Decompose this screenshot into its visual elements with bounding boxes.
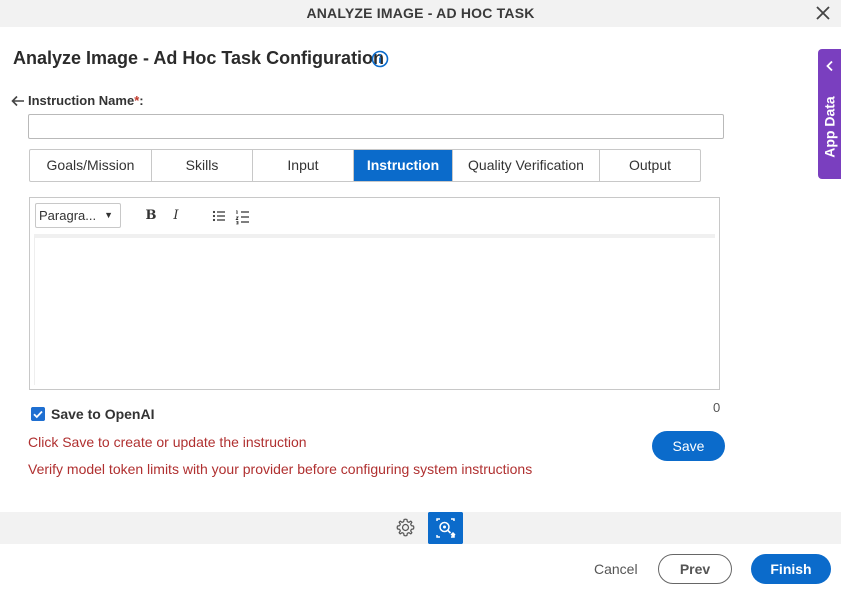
token-warning-message: Verify model token limits with your prov… — [28, 461, 533, 477]
save-button[interactable]: Save — [652, 431, 725, 461]
dialog-titlebar: ANALYZE IMAGE - AD HOC TASK — [0, 0, 841, 27]
bottom-toolbar — [0, 512, 841, 544]
save-to-openai-label: Save to OpenAI — [51, 406, 155, 422]
app-data-label: App Data — [821, 96, 838, 158]
page-title: Analyze Image - Ad Hoc Task Configuratio… — [13, 48, 385, 68]
close-icon[interactable] — [814, 4, 832, 22]
instruction-name-label: Instruction Name*: — [28, 93, 144, 108]
character-count: 0 — [713, 400, 721, 415]
tab-bar: Goals/Mission Skills Input Instruction Q… — [29, 149, 701, 182]
chevron-left-icon — [826, 60, 833, 72]
paragraph-format-select[interactable]: Paragra... ▼ — [35, 203, 121, 228]
rich-text-editor: Paragra... ▼ B I — [29, 197, 720, 390]
gear-icon[interactable] — [395, 517, 416, 538]
editor-content-area[interactable] — [34, 234, 715, 385]
dropdown-caret-icon: ▼ — [104, 210, 113, 220]
prev-button[interactable]: Prev — [658, 554, 732, 584]
instruction-name-input[interactable] — [28, 114, 724, 139]
cancel-button[interactable]: Cancel — [594, 561, 638, 577]
numbered-list-icon[interactable] — [234, 207, 252, 225]
save-hint-message: Click Save to create or update the instr… — [28, 434, 307, 450]
dialog-title: ANALYZE IMAGE - AD HOC TASK — [306, 5, 535, 21]
app-data-panel-toggle[interactable]: App Data — [818, 49, 841, 179]
tab-instruction[interactable]: Instruction — [354, 150, 453, 181]
tab-output[interactable]: Output — [600, 150, 700, 181]
arrow-left-icon[interactable] — [10, 94, 26, 108]
editor-toolbar: Paragra... ▼ B I — [34, 202, 715, 232]
paragraph-format-value: Paragra... — [39, 208, 97, 223]
tab-skills[interactable]: Skills — [152, 150, 253, 181]
bold-button[interactable]: B — [142, 207, 160, 225]
info-icon[interactable] — [371, 50, 389, 68]
bullet-list-icon[interactable] — [210, 207, 228, 225]
ai-image-icon[interactable] — [428, 512, 463, 544]
tab-input[interactable]: Input — [253, 150, 354, 181]
label-text: Instruction Name — [28, 93, 135, 108]
italic-button[interactable]: I — [167, 207, 185, 225]
finish-button[interactable]: Finish — [751, 554, 831, 584]
label-colon: : — [139, 93, 144, 108]
tab-quality-verification[interactable]: Quality Verification — [453, 150, 600, 181]
save-to-openai-checkbox[interactable] — [31, 407, 45, 421]
tab-goals-mission[interactable]: Goals/Mission — [30, 150, 152, 181]
